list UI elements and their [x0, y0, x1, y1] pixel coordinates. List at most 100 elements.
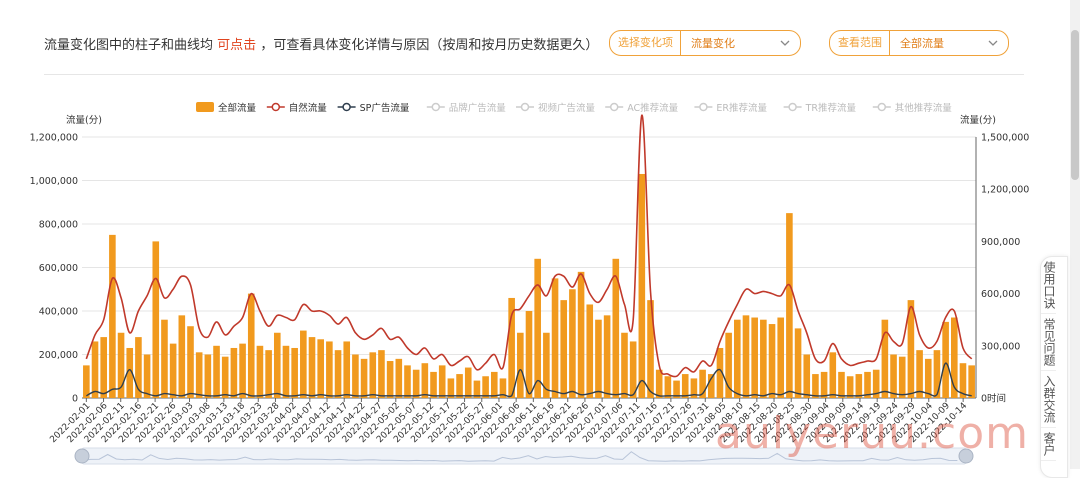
bar-all-traffic[interactable] — [447, 378, 455, 398]
legend-label[interactable]: 自然流量 — [289, 102, 328, 114]
bar-all-traffic[interactable] — [221, 356, 229, 398]
bar-all-traffic[interactable] — [109, 234, 116, 398]
bar-all-traffic[interactable] — [369, 352, 377, 398]
bar-all-traffic[interactable] — [308, 337, 316, 398]
bar-all-traffic[interactable] — [820, 371, 828, 398]
bar-all-traffic[interactable] — [143, 354, 151, 399]
bar-all-traffic[interactable] — [204, 354, 212, 399]
bar-all-traffic[interactable] — [768, 324, 776, 398]
bar-all-traffic[interactable] — [343, 341, 351, 398]
bar-all-traffic[interactable] — [655, 369, 663, 398]
bar-all-traffic[interactable] — [239, 343, 246, 398]
bar-all-traffic[interactable] — [178, 315, 186, 398]
bar-all-traffic[interactable] — [438, 365, 446, 398]
bar-all-traffic[interactable] — [421, 363, 429, 398]
bar-all-traffic[interactable] — [334, 350, 342, 398]
legend-label[interactable]: TR推荐流量 — [805, 102, 857, 114]
bar-all-traffic[interactable] — [638, 173, 646, 398]
bar-all-traffic[interactable] — [517, 332, 524, 398]
clickable-hint-link[interactable]: 可点击 — [217, 38, 256, 53]
data-zoom-handle[interactable] — [74, 448, 90, 464]
bar-all-traffic[interactable] — [230, 347, 238, 398]
bar-all-traffic[interactable] — [786, 213, 793, 398]
bar-all-traffic[interactable] — [734, 319, 741, 398]
chevron-down-icon[interactable] — [778, 36, 792, 50]
bar-all-traffic[interactable] — [213, 345, 220, 398]
bar-all-traffic[interactable] — [603, 315, 611, 398]
bar-all-traffic[interactable] — [169, 343, 177, 398]
range-value[interactable]: 全部流量 — [890, 35, 986, 51]
bar-all-traffic[interactable] — [490, 371, 498, 398]
bar-all-traffic[interactable] — [326, 341, 333, 398]
bar-all-traffic[interactable] — [152, 241, 160, 398]
bar-all-traffic[interactable] — [751, 317, 758, 398]
bar-all-traffic[interactable] — [482, 376, 489, 398]
change-item-select[interactable]: 选择变化项 流量变化 — [609, 30, 801, 56]
side-tool-faq[interactable]: 常见问题 — [1041, 314, 1056, 371]
bar-all-traffic[interactable] — [534, 258, 541, 398]
bar-all-traffic[interactable] — [777, 317, 785, 398]
bar-all-traffic[interactable] — [664, 376, 672, 398]
bar-all-traffic[interactable] — [282, 345, 290, 398]
legend-label[interactable]: 其他推荐流量 — [895, 102, 953, 114]
legend-label[interactable]: SP广告流量 — [360, 102, 410, 114]
page-scrollbar[interactable] — [1070, 0, 1080, 469]
bar-all-traffic[interactable] — [621, 332, 628, 398]
bar-all-traffic[interactable] — [247, 293, 255, 398]
bar-all-traffic[interactable] — [760, 319, 767, 398]
legend-label[interactable]: 视频广告流量 — [538, 102, 596, 114]
bar-all-traffic[interactable] — [855, 374, 863, 398]
bar-all-traffic[interactable] — [378, 350, 385, 398]
range-select[interactable]: 查看范围 全部流量 — [829, 30, 1009, 56]
bar-all-traffic[interactable] — [898, 356, 906, 398]
bar-all-traffic[interactable] — [586, 304, 594, 398]
bar-all-traffic[interactable] — [100, 337, 107, 398]
legend-label[interactable]: AC推荐流量 — [627, 102, 678, 114]
bar-all-traffic[interactable] — [300, 330, 307, 398]
bar-all-traffic[interactable] — [838, 371, 845, 398]
legend-label[interactable]: 全部流量 — [218, 102, 257, 114]
bar-all-traffic[interactable] — [161, 319, 168, 398]
bar-all-traffic[interactable] — [846, 376, 854, 398]
bar-all-traffic[interactable] — [560, 300, 568, 398]
bar-all-traffic[interactable] — [881, 319, 889, 398]
bar-all-traffic[interactable] — [404, 365, 411, 398]
bar-all-traffic[interactable] — [543, 332, 550, 398]
bar-all-traffic[interactable] — [742, 315, 750, 398]
bar-all-traffic[interactable] — [803, 354, 811, 399]
bar-all-traffic[interactable] — [412, 369, 420, 398]
bar-all-traffic[interactable] — [195, 352, 203, 398]
scrollbar-thumb[interactable] — [1071, 30, 1079, 180]
bar-all-traffic[interactable] — [551, 278, 559, 398]
bar-all-traffic[interactable] — [187, 326, 194, 398]
bar-all-traffic[interactable] — [942, 321, 949, 398]
bar-all-traffic[interactable] — [291, 347, 298, 398]
bar-all-traffic[interactable] — [577, 271, 585, 398]
bar-all-traffic[interactable] — [525, 311, 533, 398]
bar-all-traffic[interactable] — [924, 358, 932, 398]
bar-all-traffic[interactable] — [464, 367, 472, 398]
bar-all-traffic[interactable] — [968, 365, 975, 398]
bar-all-traffic[interactable] — [681, 374, 689, 398]
bar-all-traffic[interactable] — [430, 371, 437, 398]
bar-all-traffic[interactable] — [569, 289, 576, 398]
bar-all-traffic[interactable] — [91, 341, 99, 398]
side-tool-group[interactable]: 入群交流 — [1041, 371, 1056, 428]
bar-all-traffic[interactable] — [829, 352, 837, 398]
bar-all-traffic[interactable] — [456, 374, 463, 398]
bar-all-traffic[interactable] — [360, 358, 368, 398]
legend-label[interactable]: ER推荐流量 — [716, 102, 767, 114]
bar-all-traffic[interactable] — [629, 341, 637, 398]
bar-all-traffic[interactable] — [386, 361, 394, 398]
bar-all-traffic[interactable] — [595, 319, 602, 398]
bar-all-traffic[interactable] — [890, 354, 897, 399]
bar-all-traffic[interactable] — [794, 328, 802, 398]
side-tool-service[interactable]: 客户 — [1041, 428, 1056, 461]
bar-all-traffic[interactable] — [812, 374, 819, 398]
bar-all-traffic[interactable] — [317, 339, 324, 398]
bar-all-traffic[interactable] — [352, 354, 359, 399]
legend-label[interactable]: 品牌广告流量 — [449, 102, 507, 114]
bar-all-traffic[interactable] — [265, 350, 272, 398]
bar-all-traffic[interactable] — [273, 332, 281, 398]
bar-all-traffic[interactable] — [83, 365, 90, 398]
